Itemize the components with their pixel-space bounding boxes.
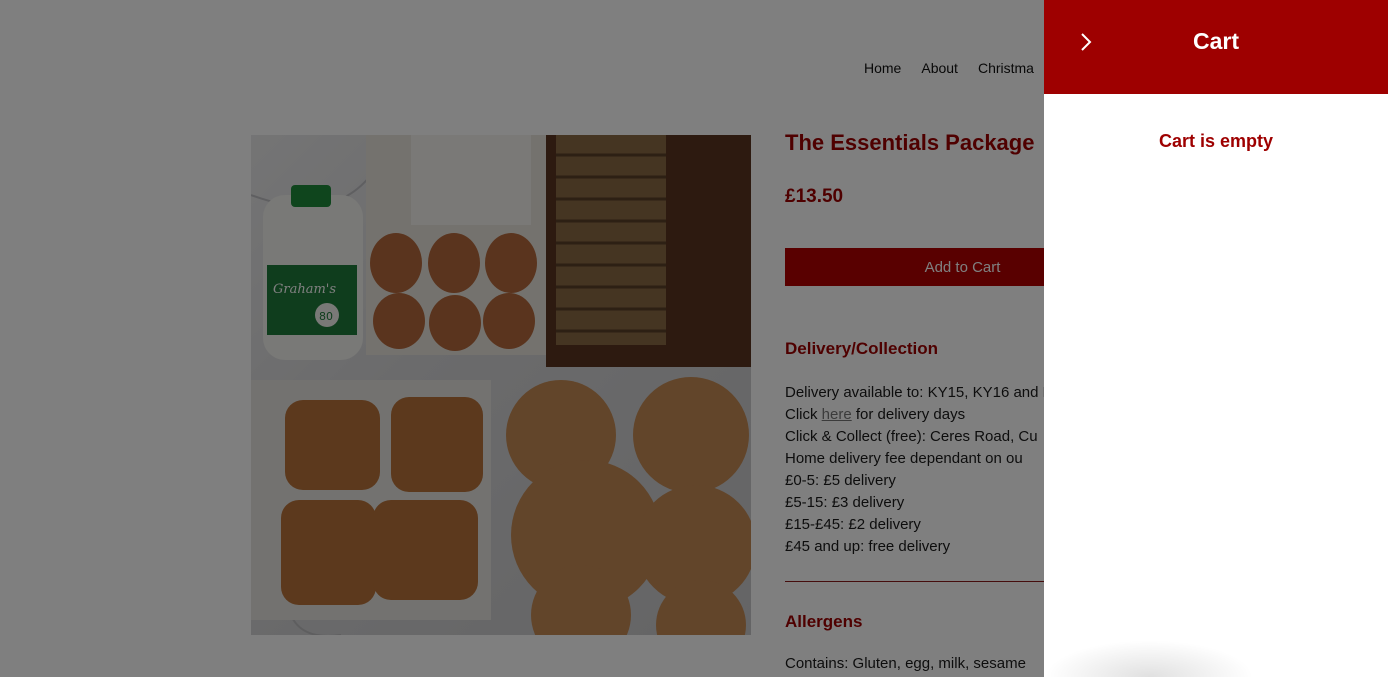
cart-panel: Cart Cart is empty <box>1044 0 1388 677</box>
cart-title: Cart <box>1192 28 1239 54</box>
cart-header: Cart <box>1044 0 1388 94</box>
cart-empty-message: Cart is empty <box>1158 131 1274 151</box>
cart-footer-shadow <box>1044 640 1254 677</box>
